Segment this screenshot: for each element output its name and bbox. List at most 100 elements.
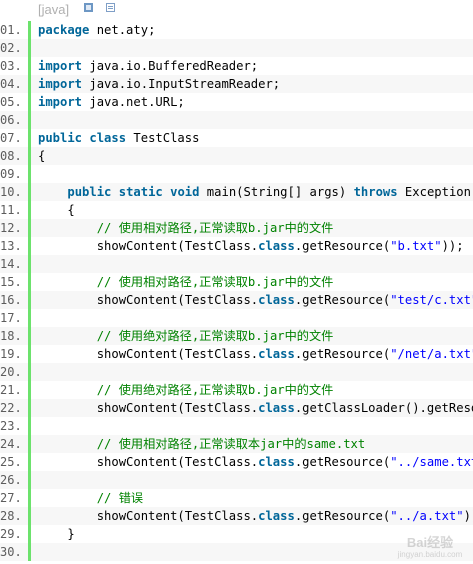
code-line: 14.: [0, 255, 473, 273]
line-number: 12.: [0, 219, 31, 237]
code-token: java.io.BufferedReader;: [82, 59, 259, 73]
code-line: 22. showContent(TestClass.class.getClass…: [0, 399, 473, 417]
code-token: .getResource(: [294, 347, 391, 361]
line-number: 15.: [0, 273, 31, 291]
code-token: showContent(TestClass.: [38, 509, 259, 523]
keyword-token: public: [38, 131, 83, 145]
code-text: showContent(TestClass.class.getResource(…: [31, 345, 473, 363]
code-line: 17.: [0, 309, 473, 327]
line-number: 04.: [0, 75, 31, 93]
code-token: {: [38, 203, 75, 217]
line-number: 03.: [0, 57, 31, 75]
keyword-token: class: [258, 401, 295, 415]
keyword-token: public: [67, 185, 112, 199]
code-line: 10. public static void main(String[] arg…: [0, 183, 473, 201]
code-token: {: [38, 149, 46, 163]
string-token: "test/c.txt": [390, 293, 473, 307]
code-token: showContent(TestClass.: [38, 239, 259, 253]
code-token: .getResource(: [294, 509, 391, 523]
code-line: 19. showContent(TestClass.class.getResou…: [0, 345, 473, 363]
keyword-token: class: [258, 455, 295, 469]
code-line: 03. import java.io.BufferedReader;: [0, 57, 473, 75]
code-text: showContent(TestClass.class.getResource(…: [31, 453, 473, 471]
keyword-token: package: [38, 23, 90, 37]
comment-token: // 使用绝对路径,正常读取b.jar中的文件: [96, 383, 334, 397]
code-line: 24. // 使用相对路径,正常读取本jar中的same.txt: [0, 435, 473, 453]
string-token: "/net/a.txt": [390, 347, 473, 361]
code-line: 08. {: [0, 147, 473, 165]
keyword-token: class: [258, 239, 295, 253]
line-number: 10.: [0, 183, 31, 201]
code-text: showContent(TestClass.class.getClassLoad…: [31, 399, 473, 417]
code-text: public static void main(String[] args) t…: [31, 183, 473, 201]
code-text: showContent(TestClass.class.getResource(…: [31, 291, 473, 309]
watermark-url: jingyan.baidu.com: [397, 550, 463, 559]
code-line: 28. showContent(TestClass.class.getResou…: [0, 507, 473, 525]
code-text: import java.io.InputStreamReader;: [31, 75, 473, 93]
keyword-token: throws: [353, 185, 398, 199]
code-line: 21. // 使用绝对路径,正常读取b.jar中的文件: [0, 381, 473, 399]
code-token: main(String[] args): [199, 185, 354, 199]
keyword-token: import: [38, 59, 83, 73]
line-number: 21.: [0, 381, 31, 399]
comment-token: // 使用相对路径,正常读取b.jar中的文件: [96, 221, 334, 235]
code-line: 11. {: [0, 201, 473, 219]
keyword-token: static: [118, 185, 163, 199]
line-number: 17.: [0, 309, 31, 327]
line-number: 06.: [0, 111, 31, 129]
line-number: 28.: [0, 507, 31, 525]
code-text: // 使用相对路径,正常读取b.jar中的文件: [31, 273, 473, 291]
view-plain-icon[interactable]: [84, 3, 93, 12]
code-token: java.net.URL;: [82, 95, 185, 109]
line-number: 26.: [0, 471, 31, 489]
copy-icon[interactable]: [106, 3, 115, 12]
code-text: // 使用相对路径,正常读取本jar中的same.txt: [31, 435, 473, 453]
code-text: {: [31, 147, 473, 165]
line-number: 11.: [0, 201, 31, 219]
code-text: // 使用相对路径,正常读取b.jar中的文件: [31, 219, 473, 237]
code-line: 15. // 使用相对路径,正常读取b.jar中的文件: [0, 273, 473, 291]
code-line: 20.: [0, 363, 473, 381]
watermark-text: Bai经验: [406, 535, 454, 550]
code-line: 16. showContent(TestClass.class.getResou…: [0, 291, 473, 309]
code-token: showContent(TestClass.: [38, 293, 259, 307]
line-number: 22.: [0, 399, 31, 417]
code-line: 09.: [0, 165, 473, 183]
line-number: 13.: [0, 237, 31, 255]
watermark: Bai经验 jingyan.baidu.com: [393, 536, 467, 562]
code-line: 04. import java.io.InputStreamReader;: [0, 75, 473, 93]
code-text: // 错误: [31, 489, 473, 507]
code-token: .getResource(: [294, 239, 391, 253]
line-number: 29.: [0, 525, 31, 543]
code-text: import java.io.BufferedReader;: [31, 57, 473, 75]
language-tag: [java]: [38, 2, 70, 17]
line-number: 30.: [0, 543, 31, 561]
code-token: ));: [463, 509, 473, 523]
line-number: 07.: [0, 129, 31, 147]
keyword-token: class: [258, 509, 295, 523]
line-number: 09.: [0, 165, 31, 183]
code-text: // 使用绝对路径,正常读取b.jar中的文件: [31, 327, 473, 345]
code-line: 13. showContent(TestClass.class.getResou…: [0, 237, 473, 255]
keyword-token: void: [170, 185, 200, 199]
string-token: "../a.txt": [390, 509, 464, 523]
line-number: 23.: [0, 417, 31, 435]
code-text: public class TestClass: [31, 129, 473, 147]
comment-token: // 错误: [96, 491, 144, 505]
line-number: 08.: [0, 147, 31, 165]
code-token: showContent(TestClass.: [38, 455, 259, 469]
code-line: 12. // 使用相对路径,正常读取b.jar中的文件: [0, 219, 473, 237]
line-number: 16.: [0, 291, 31, 309]
